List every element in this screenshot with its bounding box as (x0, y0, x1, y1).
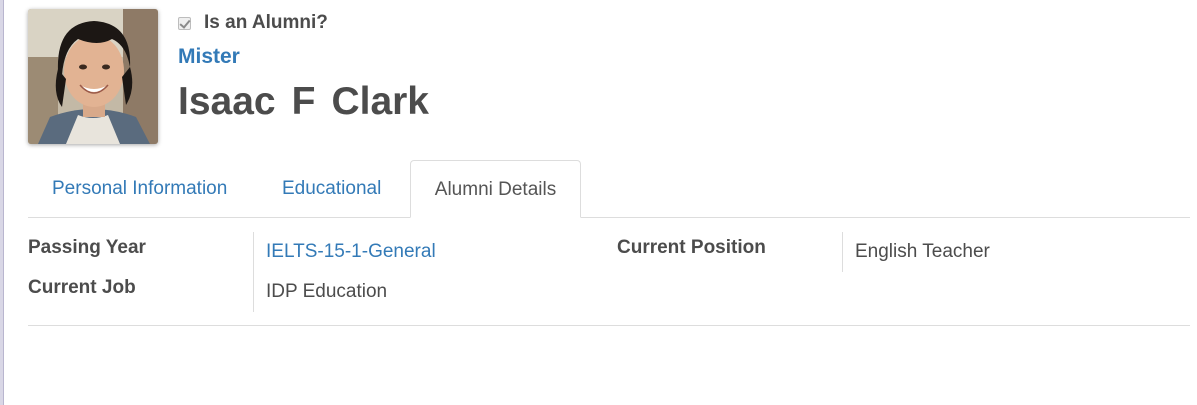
first-name: Isaac (178, 80, 276, 123)
current-position-label: Current Position (617, 237, 766, 258)
name-title-link[interactable]: Mister (178, 45, 240, 69)
middle-name: F (291, 80, 316, 123)
current-position-value: English Teacher (855, 241, 990, 262)
is-alumni-label: Is an Alumni? (204, 12, 328, 33)
avatar-photo (28, 9, 158, 144)
tab-educational[interactable]: Educational (282, 160, 381, 218)
student-name: Isaac F Clark (178, 80, 445, 124)
left-edge-border (0, 0, 4, 405)
section-divider (28, 325, 1190, 326)
last-name: Clark (331, 80, 429, 123)
tab-personal-information[interactable]: Personal Information (52, 160, 227, 218)
tab-alumni-details[interactable]: Alumni Details (410, 160, 581, 218)
alumni-form-page: Is an Alumni? Mister Isaac F Clark Perso… (0, 0, 1197, 405)
is-alumni-row: Is an Alumni? (178, 12, 328, 34)
tabs-divider (28, 217, 1190, 218)
passing-year-link[interactable]: IELTS-15-1-General (266, 241, 436, 263)
current-job-label: Current Job (28, 277, 136, 298)
field-separator (842, 232, 843, 272)
is-alumni-checkbox[interactable] (178, 17, 191, 30)
current-job-value: IDP Education (266, 281, 388, 302)
field-separator (253, 232, 254, 312)
avatar[interactable] (28, 9, 158, 144)
passing-year-label: Passing Year (28, 237, 146, 258)
